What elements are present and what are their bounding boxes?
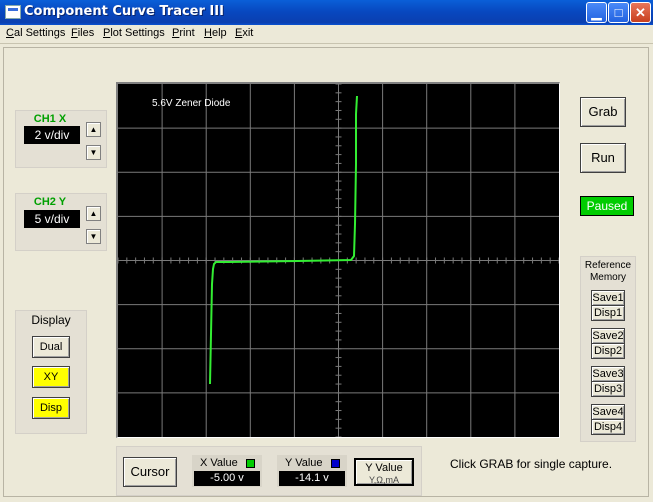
save2-button[interactable]: Save2	[591, 328, 625, 344]
save4-button[interactable]: Save4	[591, 404, 625, 420]
x-value-readout: -5.00 v	[194, 471, 260, 486]
run-button[interactable]: Run	[580, 143, 626, 173]
menu-bar: Cal Settings Files Plot Settings Print H…	[0, 25, 653, 44]
disp2-button[interactable]: Disp2	[591, 343, 625, 359]
minimize-icon: ▁	[591, 5, 602, 20]
x-value-box: X Value -5.00 v	[192, 455, 262, 487]
display-panel: Display Dual XY Disp	[15, 310, 87, 434]
maximize-icon: □	[614, 5, 623, 20]
x-marker-icon	[246, 459, 255, 468]
menu-print[interactable]: Print	[172, 27, 195, 39]
x-value-label: X Value	[200, 457, 238, 469]
ch2-value: 5 v/div	[24, 210, 80, 228]
display-title: Display	[31, 313, 71, 327]
y-value-select-button[interactable]: Y Value Y,Ω,mA	[354, 458, 414, 486]
app-icon	[5, 5, 21, 19]
arrow-up-icon: ▲	[89, 125, 98, 134]
disp3-button[interactable]: Disp3	[591, 381, 625, 397]
dual-button[interactable]: Dual	[32, 336, 70, 358]
zener-trace	[209, 95, 358, 385]
ch1-label: CH1 X	[33, 113, 67, 125]
ch1-up-button[interactable]: ▲	[86, 122, 101, 137]
y-value-label: Y Value	[285, 457, 323, 469]
ch2-panel: CH2 Y 5 v/div ▲ ▼	[15, 193, 107, 251]
save1-button[interactable]: Save1	[591, 290, 625, 306]
cursor-button[interactable]: Cursor	[123, 457, 177, 487]
maximize-button[interactable]: □	[608, 2, 629, 23]
arrow-down-icon: ▼	[89, 148, 98, 157]
disp-button[interactable]: Disp	[32, 397, 70, 419]
status-indicator: Paused	[580, 196, 634, 216]
ch1-value: 2 v/div	[24, 126, 80, 144]
menu-help[interactable]: Help	[204, 27, 227, 39]
menu-exit[interactable]: Exit	[235, 27, 253, 39]
save3-button[interactable]: Save3	[591, 366, 625, 382]
scope-display: 5.6V Zener Diode	[116, 82, 560, 438]
ch1-down-button[interactable]: ▼	[86, 145, 101, 160]
hint-text: Click GRAB for single capture.	[450, 457, 613, 471]
scope-graticule	[118, 84, 559, 437]
y-value-box: Y Value -14.1 v	[277, 455, 347, 487]
minimize-button[interactable]: ▁	[586, 2, 607, 23]
window-title: Component Curve Tracer III	[24, 4, 224, 19]
reference-title: Reference Memory	[584, 260, 632, 283]
ch2-label: CH2 Y	[33, 196, 67, 208]
close-icon: ✕	[635, 5, 646, 20]
disp1-button[interactable]: Disp1	[591, 305, 625, 321]
grab-button[interactable]: Grab	[580, 97, 626, 127]
arrow-down-icon: ▼	[89, 232, 98, 241]
menu-files[interactable]: Files	[71, 27, 94, 39]
arrow-up-icon: ▲	[89, 209, 98, 218]
y-marker-icon	[331, 459, 340, 468]
y-value-readout: -14.1 v	[279, 471, 345, 486]
reference-memory-panel: Reference Memory Save1 Disp1 Save2 Disp2…	[580, 256, 636, 442]
cursor-panel: Cursor X Value -5.00 v Y Value -14.1 v Y…	[116, 446, 422, 496]
ch2-up-button[interactable]: ▲	[86, 206, 101, 221]
xy-button[interactable]: XY	[32, 366, 70, 388]
menu-plot-settings[interactable]: Plot Settings	[103, 27, 165, 39]
ch2-down-button[interactable]: ▼	[86, 229, 101, 244]
ch1-panel: CH1 X 2 v/div ▲ ▼	[15, 110, 107, 168]
menu-cal-settings[interactable]: Cal Settings	[6, 27, 65, 39]
title-bar: Component Curve Tracer III ▁ □ ✕	[0, 0, 653, 25]
close-button[interactable]: ✕	[630, 2, 651, 23]
trace-label: 5.6V Zener Diode	[152, 98, 231, 109]
disp4-button[interactable]: Disp4	[591, 419, 625, 435]
